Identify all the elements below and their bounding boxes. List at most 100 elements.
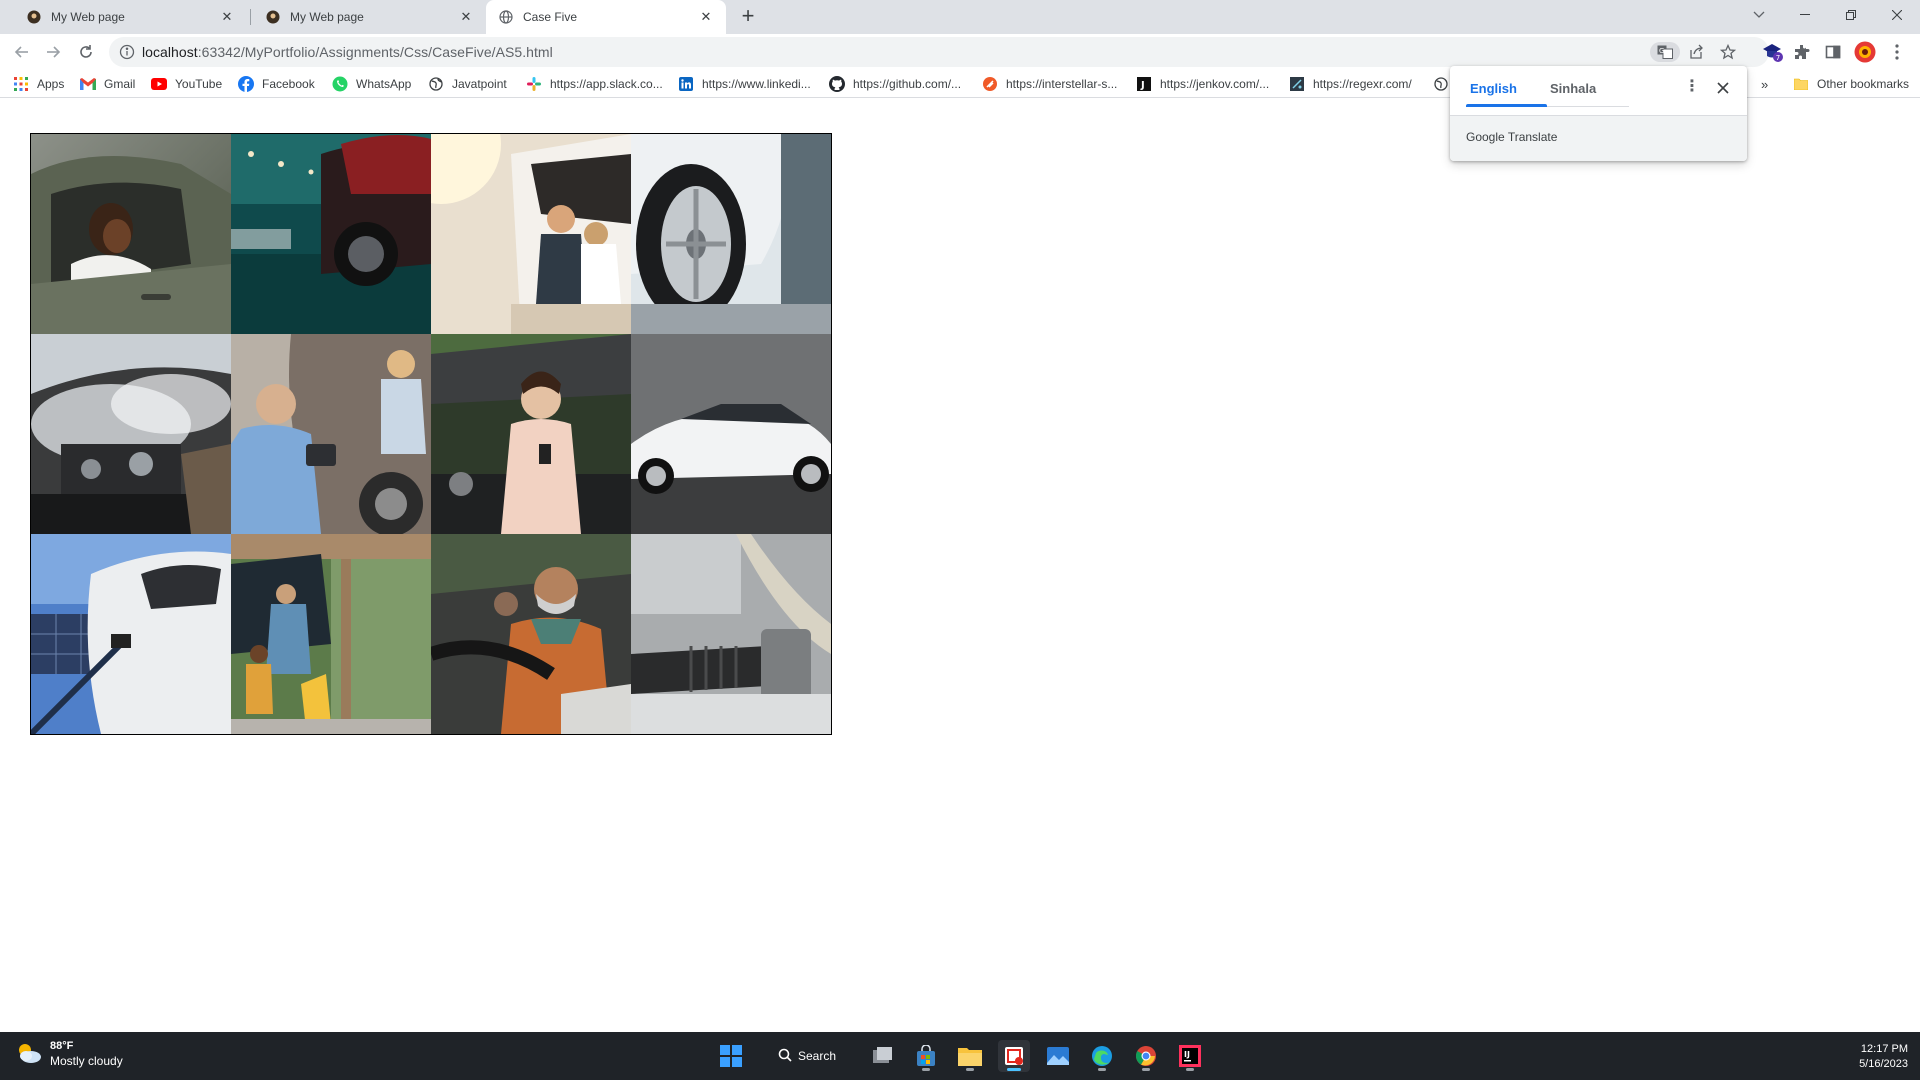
globe-icon bbox=[428, 76, 444, 92]
running-indicator bbox=[1142, 1068, 1150, 1071]
translate-close-icon[interactable] bbox=[1713, 78, 1733, 98]
bookmark-label: WhatsApp bbox=[356, 77, 412, 91]
file-explorer-icon[interactable] bbox=[954, 1040, 986, 1072]
extensions-puzzle-icon[interactable] bbox=[1790, 40, 1814, 64]
running-indicator bbox=[922, 1068, 930, 1071]
bookmark-gmail[interactable]: Gmail bbox=[80, 75, 135, 93]
microsoft-store-icon[interactable] bbox=[910, 1040, 942, 1072]
family-in-car-trunk-photo bbox=[431, 134, 631, 334]
extension-icon[interactable]: 7 bbox=[1760, 40, 1784, 64]
bookmark-label: https://jenkov.com/... bbox=[1160, 77, 1270, 91]
google-translate-popup: English Sinhala ⋮ Google Translate bbox=[1450, 66, 1747, 161]
man-inspecting-car-damage-photo bbox=[231, 334, 431, 534]
tab-close-icon[interactable]: ✕ bbox=[458, 9, 474, 25]
interstellar-icon bbox=[982, 76, 998, 92]
folder-icon bbox=[1793, 76, 1809, 92]
bookmark-label: https://regexr.com/ bbox=[1313, 77, 1412, 91]
snipping-tool-icon[interactable] bbox=[998, 1040, 1030, 1072]
forward-button[interactable] bbox=[39, 38, 67, 66]
apps-grid-icon bbox=[13, 76, 29, 92]
minimize-button[interactable] bbox=[1782, 0, 1828, 30]
chrome-browser-icon[interactable] bbox=[1130, 1040, 1162, 1072]
svg-text:G: G bbox=[1659, 47, 1664, 55]
browser-tab-strip: My Web page ✕ My Web page ✕ Case Five ✕ … bbox=[0, 0, 1920, 34]
bookmark-label: Gmail bbox=[104, 77, 136, 91]
page-favicon-icon bbox=[26, 9, 42, 25]
tab-my-web-page-2[interactable]: My Web page ✕ bbox=[253, 0, 486, 34]
intellij-idea-icon[interactable]: IJ bbox=[1174, 1040, 1206, 1072]
bookmark-label: Javatpoint bbox=[452, 77, 507, 91]
start-button[interactable] bbox=[715, 1040, 747, 1072]
page-favicon-icon bbox=[265, 9, 281, 25]
bookmark-regexr[interactable]: https://regexr.com/ bbox=[1289, 75, 1412, 93]
bookmark-label: https://www.linkedi... bbox=[702, 77, 811, 91]
globe-icon bbox=[1433, 76, 1449, 92]
language-tab-english[interactable]: English bbox=[1470, 81, 1517, 96]
restore-button[interactable] bbox=[1828, 0, 1874, 30]
electric-car-charging-photo bbox=[31, 534, 231, 734]
bookmark-youtube[interactable]: YouTube bbox=[151, 75, 222, 93]
smoking-engine-photo bbox=[31, 334, 231, 534]
profile-avatar[interactable] bbox=[1853, 40, 1877, 64]
bookmark-github[interactable]: https://github.com/... bbox=[829, 75, 961, 93]
language-tab-sinhala[interactable]: Sinhala bbox=[1550, 81, 1596, 96]
tab-close-icon[interactable]: ✕ bbox=[219, 9, 235, 25]
menu-kebab-icon[interactable] bbox=[1885, 40, 1909, 64]
taskbar-search[interactable]: Search bbox=[770, 1040, 844, 1072]
side-panel-icon[interactable] bbox=[1821, 40, 1845, 64]
bookmark-javatpoint[interactable]: Javatpoint bbox=[428, 75, 507, 93]
weather-widget[interactable]: 88°F Mostly cloudy bbox=[16, 1040, 123, 1068]
bookmark-linkedin[interactable]: https://www.linkedi... bbox=[678, 75, 811, 93]
car-underbody-parts-photo bbox=[631, 534, 831, 734]
youtube-icon bbox=[151, 76, 167, 92]
bookmark-slack[interactable]: https://app.slack.co... bbox=[526, 75, 663, 93]
whatsapp-icon bbox=[332, 76, 348, 92]
share-icon[interactable] bbox=[1685, 42, 1707, 62]
clock-time: 12:17 PM bbox=[1860, 1043, 1908, 1055]
white-sedan-photo bbox=[631, 334, 831, 534]
reload-button[interactable] bbox=[72, 38, 100, 66]
other-bookmarks[interactable]: Other bookmarks bbox=[1793, 75, 1909, 93]
photo-gallery-grid bbox=[30, 133, 832, 735]
bookmark-label: Facebook bbox=[262, 77, 315, 91]
tab-search-chevron-icon[interactable] bbox=[1736, 0, 1782, 30]
bookmark-jenkov[interactable]: J https://jenkov.com/... bbox=[1136, 75, 1269, 93]
tab-close-icon[interactable]: ✕ bbox=[698, 9, 714, 25]
senior-man-driving-photo bbox=[431, 534, 631, 734]
cloudy-weather-icon bbox=[16, 1042, 42, 1067]
active-tab-indicator bbox=[1466, 104, 1547, 107]
search-icon bbox=[778, 1048, 792, 1065]
system-clock[interactable]: 12:17 PM 5/16/2023 bbox=[1859, 1042, 1908, 1072]
bookmarks-overflow-chevron-icon[interactable]: » bbox=[1761, 75, 1768, 93]
translate-options-kebab-icon[interactable]: ⋮ bbox=[1682, 78, 1702, 98]
task-view-icon[interactable] bbox=[866, 1040, 898, 1072]
bookmark-whatsapp[interactable]: WhatsApp bbox=[332, 75, 411, 93]
bookmark-label: Apps bbox=[37, 77, 65, 91]
photos-icon[interactable] bbox=[1042, 1040, 1074, 1072]
edge-browser-icon[interactable] bbox=[1086, 1040, 1118, 1072]
facebook-icon bbox=[238, 76, 254, 92]
parked-cars-garage-photo bbox=[231, 134, 431, 334]
tab-my-web-page-1[interactable]: My Web page ✕ bbox=[14, 0, 247, 34]
bookmark-facebook[interactable]: Facebook bbox=[238, 75, 315, 93]
translate-icon[interactable]: G bbox=[1650, 42, 1680, 62]
svg-text:IJ: IJ bbox=[1184, 1050, 1190, 1059]
bookmark-star-icon[interactable] bbox=[1717, 42, 1739, 62]
bookmark-label: https://github.com/... bbox=[853, 77, 962, 91]
svg-text:J: J bbox=[1140, 80, 1145, 91]
back-button[interactable] bbox=[8, 38, 36, 66]
bookmark-apps[interactable]: Apps bbox=[13, 75, 64, 93]
globe-icon bbox=[498, 9, 514, 25]
regexr-icon bbox=[1289, 76, 1305, 92]
site-info-icon[interactable] bbox=[119, 44, 135, 60]
address-bar[interactable]: localhost:63342/MyPortfolio/Assignments/… bbox=[109, 37, 1769, 67]
linkedin-icon bbox=[678, 76, 694, 92]
tab-case-five[interactable]: Case Five ✕ bbox=[486, 0, 726, 34]
tab-separator bbox=[250, 9, 251, 25]
tab-title: My Web page bbox=[290, 10, 364, 24]
bookmark-label: https://app.slack.co... bbox=[550, 77, 663, 91]
other-bookmarks-label: Other bookmarks bbox=[1817, 77, 1910, 91]
bookmark-interstellar[interactable]: https://interstellar-s... bbox=[982, 75, 1117, 93]
new-tab-button[interactable]: + bbox=[734, 5, 762, 29]
window-close-button[interactable] bbox=[1874, 0, 1920, 30]
